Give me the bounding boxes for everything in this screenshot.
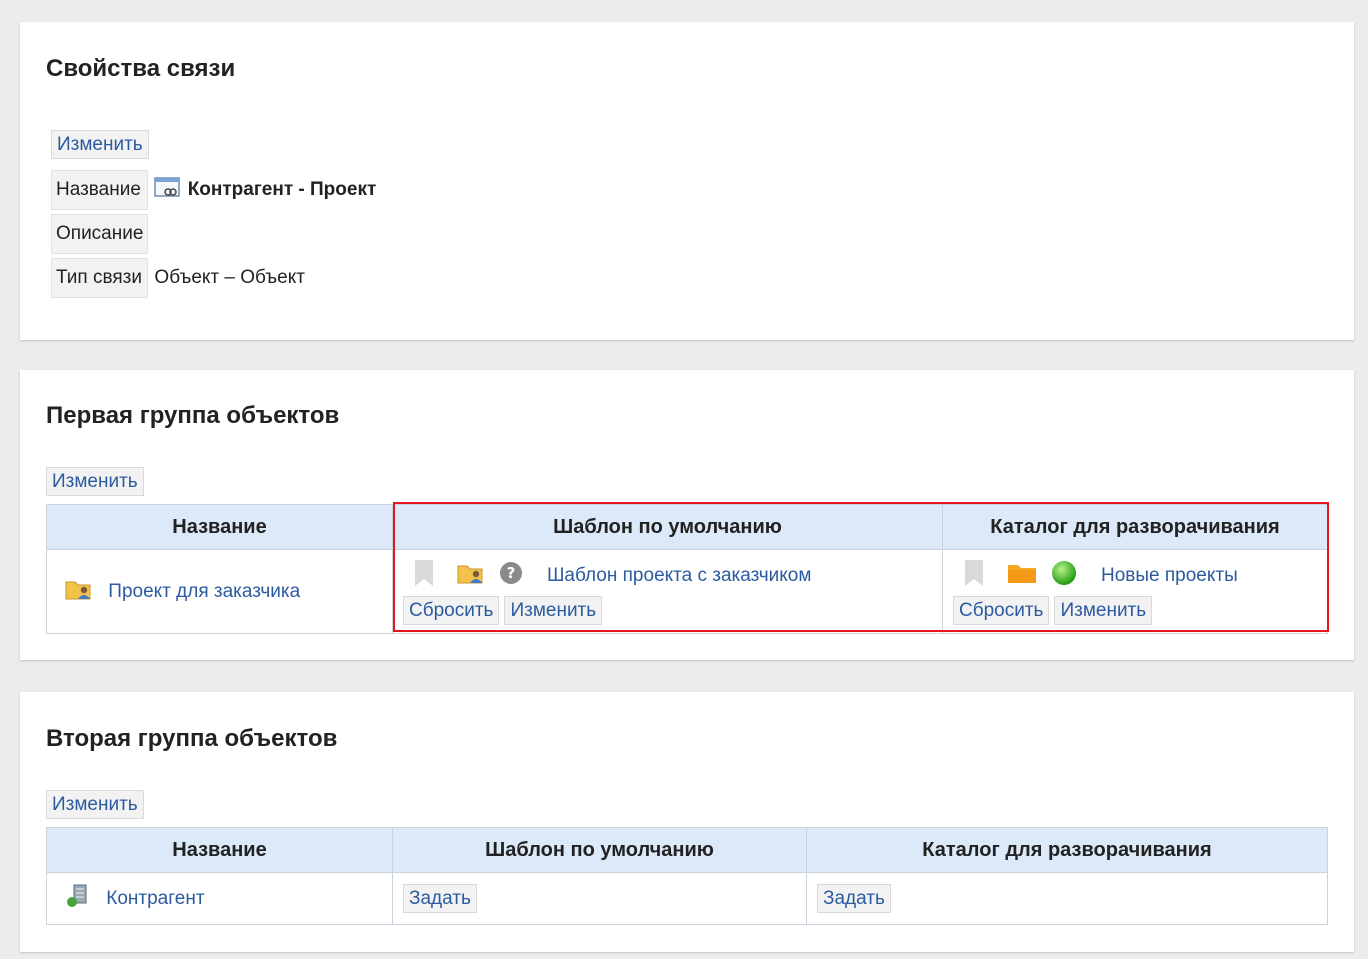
- second-group-name-cell: Контрагент: [46, 872, 393, 925]
- link-properties-title: Свойства связи: [46, 55, 236, 82]
- counterparty-icon: [65, 883, 91, 915]
- svg-text:?: ?: [507, 564, 516, 582]
- column-header-default-template: Шаблон по умолчанию: [392, 827, 807, 873]
- column-header-deploy-catalog: Каталог для разворачивания: [806, 827, 1328, 873]
- second-group-template-cell: Задать: [392, 872, 807, 925]
- second-group-title: Вторая группа объектов: [46, 725, 338, 752]
- property-value-link-type: Объект – Объект: [154, 267, 305, 288]
- project-folder-icon: [457, 561, 485, 591]
- column-header-deploy-catalog: Каталог для разворачивания: [942, 504, 1328, 550]
- table-row: Контрагент Задать Задать: [46, 872, 1328, 925]
- bookmark-icon[interactable]: [963, 559, 985, 593]
- link-type-icon: [154, 175, 182, 205]
- property-label-name: Название: [51, 170, 149, 210]
- first-group-name-cell: Проект для заказчика: [46, 549, 393, 634]
- second-group-catalog-cell: Задать: [806, 872, 1328, 925]
- link-properties-edit-button[interactable]: Изменить: [51, 130, 149, 159]
- property-label-description: Описание: [51, 214, 149, 254]
- link-properties-table: Название Контрагент - Проект Описание Ти…: [51, 166, 377, 302]
- green-status-icon: [1051, 560, 1077, 592]
- property-row-link-type: Тип связи Объект – Объект: [51, 258, 377, 298]
- first-group-table: Название Шаблон по умолчанию Каталог для…: [46, 504, 1328, 634]
- project-folder-icon: [65, 577, 93, 607]
- property-label-link-type: Тип связи: [51, 258, 149, 298]
- catalog-set-button[interactable]: Задать: [817, 884, 891, 913]
- column-header-default-template: Шаблон по умолчанию: [392, 504, 943, 550]
- property-value-description: [148, 214, 377, 254]
- second-group-edit-button[interactable]: Изменить: [46, 790, 144, 819]
- template-reset-button[interactable]: Сбросить: [403, 596, 500, 625]
- question-icon: ?: [499, 561, 523, 591]
- first-group-catalog-cell: Новые проекты Сбросить Изменить: [942, 549, 1328, 634]
- first-group-panel: Первая группа объектов Изменить Название…: [20, 370, 1354, 660]
- column-header-name: Название: [46, 504, 393, 550]
- property-value-name: Контрагент - Проект: [148, 170, 377, 210]
- second-group-header-row: Название Шаблон по умолчанию Каталог для…: [46, 827, 1328, 873]
- template-change-button[interactable]: Изменить: [504, 596, 603, 625]
- template-set-button[interactable]: Задать: [403, 884, 477, 913]
- column-header-name: Название: [46, 827, 393, 873]
- property-row-name: Название Контрагент - Проект: [51, 170, 377, 210]
- first-group-title: Первая группа объектов: [46, 402, 340, 429]
- folder-icon: [1007, 562, 1037, 590]
- default-template-link[interactable]: Шаблон проекта с заказчиком: [547, 565, 811, 587]
- first-group-edit-button[interactable]: Изменить: [46, 467, 144, 496]
- second-group-name-link[interactable]: Контрагент: [106, 888, 204, 909]
- second-group-panel: Вторая группа объектов Изменить Название…: [20, 692, 1354, 952]
- link-properties-panel: Свойства связи Изменить Название Контраг…: [20, 22, 1354, 340]
- deploy-catalog-link[interactable]: Новые проекты: [1101, 565, 1238, 587]
- second-group-table: Название Шаблон по умолчанию Каталог для…: [46, 827, 1328, 925]
- first-group-header-row: Название Шаблон по умолчанию Каталог для…: [46, 504, 1328, 550]
- property-row-description: Описание: [51, 214, 377, 254]
- bookmark-icon[interactable]: [413, 559, 435, 593]
- first-group-template-cell: ? Шаблон проекта с заказчиком Сбросить И…: [392, 549, 943, 634]
- catalog-change-button[interactable]: Изменить: [1054, 596, 1153, 625]
- first-group-name-link[interactable]: Проект для заказчика: [108, 581, 300, 602]
- property-value-name-text: Контрагент - Проект: [187, 179, 377, 201]
- catalog-reset-button[interactable]: Сбросить: [953, 596, 1050, 625]
- table-row: Проект для заказчика ? Шаблон проекта с …: [46, 549, 1328, 634]
